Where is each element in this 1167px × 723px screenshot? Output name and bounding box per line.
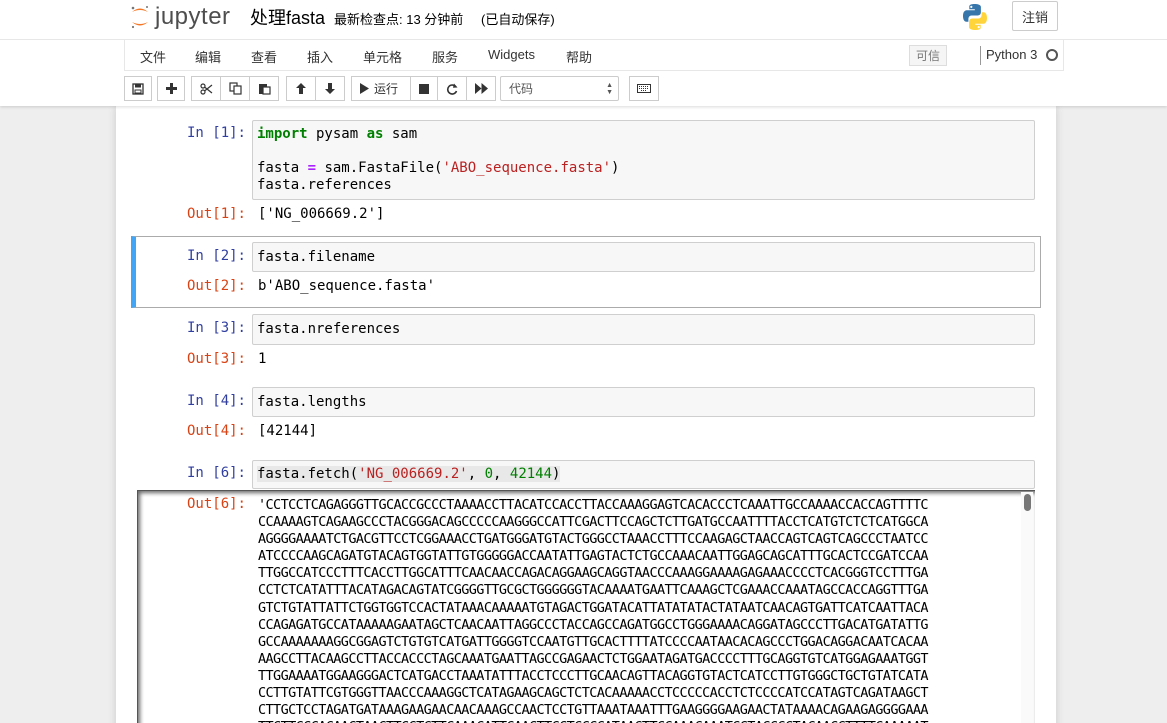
paste-button[interactable] <box>249 76 279 101</box>
code-line: fasta.references <box>257 177 392 193</box>
keyboard-icon <box>637 84 651 93</box>
python-logo-icon <box>960 2 990 32</box>
out-prompt: Out[6]: <box>186 496 246 512</box>
in-prompt: In [2]: <box>186 248 246 264</box>
run-button[interactable]: 运行 <box>351 76 411 101</box>
top-bar: jupyter 处理fasta 最新检查点: 13 分钟前 (已自动保存) 注销 <box>0 0 1167 40</box>
menu-help[interactable]: 帮助 <box>566 47 592 66</box>
out-prompt: Out[3]: <box>186 351 246 367</box>
menu-insert[interactable]: 插入 <box>307 47 333 66</box>
kernel-idle-icon <box>1046 49 1058 61</box>
sequence-line: TTGGAAAATGGAAGGGACTCATGACCTAAATATTTACCTC… <box>258 667 929 684</box>
copy-icon <box>228 82 242 95</box>
output-text: 1 <box>258 351 267 367</box>
sequence-line: GCCAAAAAAAGGCGGAGTCTGTGTCATGATTGGGGTCCAA… <box>258 633 929 650</box>
stop-icon <box>419 83 429 94</box>
output-text: ['NG_006669.2'] <box>258 206 385 222</box>
toolbar: 运行 代码 ▲ ▼ <box>124 76 1064 102</box>
run-label: 运行 <box>374 82 399 96</box>
paste-icon <box>258 82 271 95</box>
jupyter-logo[interactable]: jupyter <box>129 2 231 32</box>
in-prompt: In [3]: <box>186 320 246 336</box>
out-prompt: Out[4]: <box>186 423 246 439</box>
code-line: fasta.lengths <box>257 394 367 410</box>
sequence-line: TTCTTCCCACAACTAACTTCCTCTTCAAACATTCAACTTC… <box>258 719 1010 723</box>
menu-edit[interactable]: 编辑 <box>195 47 221 66</box>
select-arrows-icon: ▲ ▼ <box>606 82 613 96</box>
copy-button[interactable] <box>220 76 250 101</box>
out-prompt: Out[1]: <box>186 206 246 222</box>
code-line: fasta.nreferences <box>257 321 401 337</box>
save-icon <box>132 82 144 95</box>
sequence-line: GTCTGTATTATTCTGGTGGTCCACTATAAACAAAAATGTA… <box>258 599 929 616</box>
menu-view[interactable]: 查看 <box>251 47 277 66</box>
code-line: fasta = sam.FastaFile('ABO_sequence.fast… <box>257 160 620 176</box>
cut-button[interactable] <box>191 76 221 101</box>
code-line: fasta.filename <box>257 249 376 265</box>
arrow-up-icon <box>295 82 307 95</box>
code-input[interactable]: fasta.lengths <box>252 387 1035 417</box>
sequence-line: CCAGAGATGCCATAAAAAGAATAGCTCAACAATTAGGCCC… <box>258 616 929 633</box>
menu-file[interactable]: 文件 <box>140 47 166 66</box>
code-input[interactable]: import pysam as sam fasta = sam.FastaFil… <box>252 120 1035 200</box>
code-input[interactable]: fasta.fetch('NG_006669.2', 0, 42144) <box>252 460 1035 489</box>
trusted-indicator[interactable]: 可信 <box>909 45 947 66</box>
in-prompt: In [6]: <box>186 465 246 481</box>
move-up-button[interactable] <box>286 76 316 101</box>
command-palette-button[interactable] <box>629 76 659 101</box>
cell-type-value: 代码 <box>509 82 534 96</box>
checkpoint-status: 最新检查点: 13 分钟前 <box>334 12 464 27</box>
output-scrollbar-thumb[interactable] <box>1024 494 1031 511</box>
play-icon <box>360 83 369 94</box>
sequence-line: CTTGCTCCTAGATGATAAAGAAGAACAACAAAGCCAACTC… <box>258 702 929 719</box>
sequence-line: ATCCCCAAGCAGATGTACAGTGGTATTGTGGGGGACCAAT… <box>258 548 929 565</box>
output-scrollbar[interactable] <box>1021 492 1033 723</box>
sequence-line: AAGCCTTACAAGCCTTACCACCCTAGCAAATGAATTAGCC… <box>258 650 929 667</box>
code-input[interactable]: fasta.nreferences <box>252 314 1035 345</box>
menu-kernel[interactable]: 服务 <box>432 47 458 66</box>
output-text: b'ABO_sequence.fasta' <box>258 278 436 294</box>
menu-widgets[interactable]: Widgets <box>488 47 535 62</box>
notebook-title[interactable]: 处理fasta <box>250 4 325 30</box>
autosave-status: (已自动保存) <box>481 12 555 27</box>
in-prompt: In [1]: <box>186 125 246 141</box>
cut-icon <box>199 82 213 95</box>
save-button[interactable] <box>124 76 152 101</box>
fast-forward-icon <box>474 83 488 94</box>
notebook-header: jupyter 处理fasta 最新检查点: 13 分钟前 (已自动保存) 注销… <box>0 0 1167 106</box>
jupyter-icon <box>129 3 151 31</box>
code-line: fasta.fetch('NG_006669.2', 0, 42144) <box>257 466 561 482</box>
sequence-line: CCTTGTATTCGTGGGTTAACCCAAAGGCTCATAGAAGCAG… <box>258 685 929 702</box>
kernel-name: Python 3 <box>986 47 1038 62</box>
restart-icon <box>446 83 458 95</box>
code-line: import pysam as sam <box>257 126 418 142</box>
logout-button[interactable]: 注销 <box>1012 1 1058 31</box>
in-prompt: In [4]: <box>186 393 246 409</box>
code-input[interactable]: fasta.filename <box>252 242 1035 272</box>
sequence-line: CCTCTCATATTTACATAGACAGTATCGGGGTTGCGCTGGG… <box>258 582 929 599</box>
logo-text: jupyter <box>155 3 231 30</box>
restart-button[interactable] <box>437 76 467 101</box>
sequence-line: AGGGGAAAATCTGACGTTCCTCGGAAACCTGATGGGATGT… <box>258 531 929 548</box>
restart-run-all-button[interactable] <box>466 76 496 101</box>
output-text: [42144] <box>258 423 318 439</box>
sequence-line: TTGGCCATCCCTTTCACCTTGGCATTTCAACAACCAGACA… <box>258 565 929 582</box>
out-prompt: Out[2]: <box>186 278 246 294</box>
move-down-button[interactable] <box>315 76 345 101</box>
menu-bar: 文件 编辑 查看 插入 单元格 服务 Widgets 帮助 可信 Python … <box>124 40 1064 71</box>
menu-cell[interactable]: 单元格 <box>363 47 402 66</box>
interrupt-button[interactable] <box>410 76 438 101</box>
cell-type-select[interactable]: 代码 ▲ ▼ <box>500 76 619 101</box>
plus-icon <box>165 83 177 94</box>
sequence-line: 'CCTCCTCAGAGGGTTGCACCGCCCTAAAACCTTACATCC… <box>258 497 929 513</box>
kernel-separator <box>980 46 981 65</box>
notebook-site[interactable]: In [1]: import pysam as sam fasta = sam.… <box>0 106 1167 723</box>
arrow-down-icon <box>324 82 336 95</box>
sequence-output: 'CCTCCTCAGAGGGTTGCACCGCCCTAAAACCTTACATCC… <box>258 497 1010 723</box>
sequence-line: CCAAAAGTCAGAAGCCCTACGGGACAGCCCCCAAGGGCCA… <box>258 514 929 531</box>
insert-cell-button[interactable] <box>157 76 185 101</box>
